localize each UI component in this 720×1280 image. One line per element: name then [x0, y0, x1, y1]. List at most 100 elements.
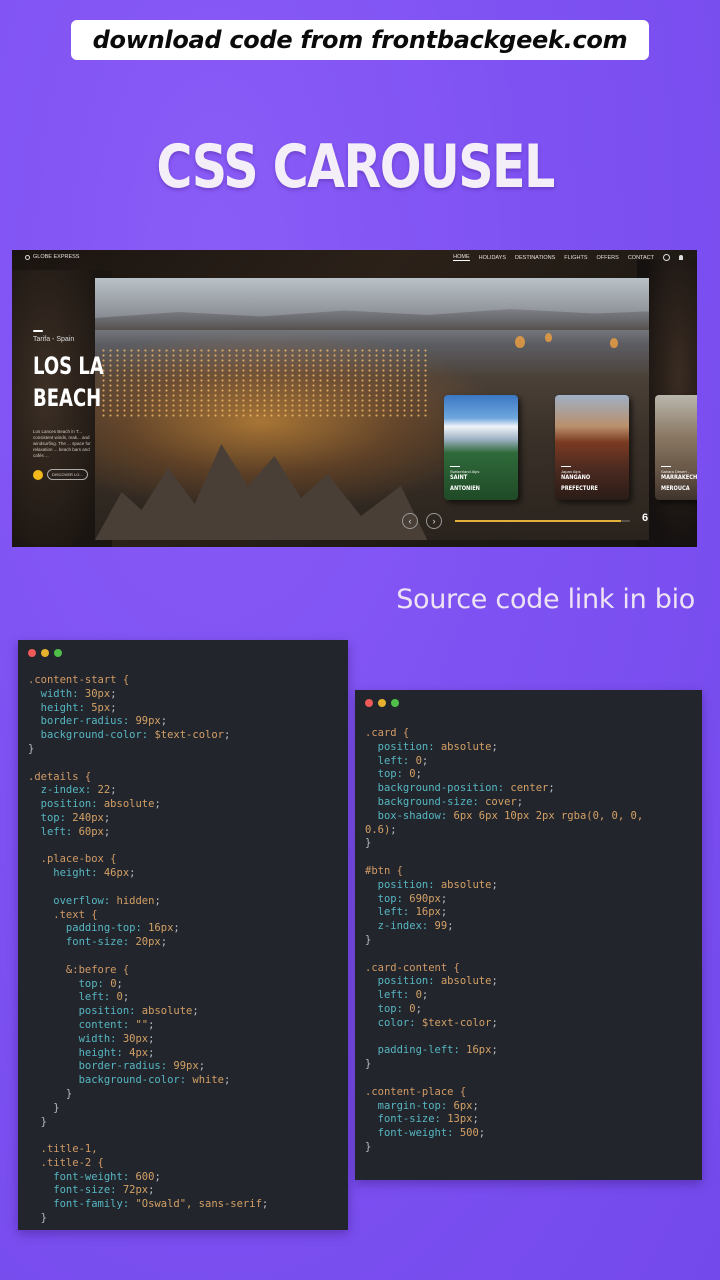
code-token: ; [154, 798, 161, 811]
code-line: padding-left: 16px; [365, 1044, 643, 1058]
code-token: $text-color [154, 729, 224, 742]
chevron-right-icon[interactable]: › [426, 513, 442, 529]
code-token: top: [365, 892, 410, 905]
code-token: position: [365, 878, 441, 891]
code-token: ; [415, 1002, 422, 1015]
code-line: height: 5px; [28, 702, 268, 716]
search-icon[interactable] [663, 254, 670, 261]
code-line: top: 0; [28, 978, 268, 992]
code-line: .card { [365, 727, 643, 741]
code-token: top: [28, 977, 111, 990]
code-line: margin-top: 6px; [365, 1100, 643, 1114]
code-line: .content-place { [365, 1086, 643, 1100]
brand[interactable]: GLOBE EXPRESS [25, 254, 79, 260]
code-line: z-index: 99; [365, 920, 643, 934]
code-line: left: 0; [365, 755, 643, 769]
code-token: .title-1, [28, 1143, 98, 1156]
code-line: &:before { [28, 964, 268, 978]
carousel-arrows: ‹ › [402, 513, 442, 529]
download-banner[interactable]: download code from frontbackgeek.com [71, 20, 649, 60]
chevron-left-icon[interactable]: ‹ [402, 513, 418, 529]
code-line: background-size: cover; [365, 796, 643, 810]
code-token: } [365, 933, 372, 946]
code-token: position: [365, 740, 441, 753]
destination-card[interactable]: Sahara Desert - MARRAKECH MEROUCA [655, 395, 697, 500]
code-line: font-size: 13px; [365, 1113, 643, 1127]
nav-item-flights[interactable]: FLIGHTS [564, 255, 587, 261]
code-token: box-shadow: [365, 809, 454, 822]
code-token: width: [28, 687, 85, 700]
code-line: font-size: 20px; [28, 936, 268, 950]
code-token: left: [365, 754, 416, 767]
code-token: 16px [415, 906, 441, 919]
discover-button[interactable]: DISCOVER LO... [47, 469, 88, 480]
code-token: top: [365, 768, 410, 781]
code-line: } [28, 1102, 268, 1116]
rock-formations [95, 444, 428, 540]
code-token: $text-color [421, 1016, 492, 1029]
code-token: content: [28, 1018, 136, 1031]
code-token: } [365, 837, 372, 850]
nav-item-holidays[interactable]: HOLIDAYS [479, 255, 506, 261]
code-token: 99px [173, 1060, 199, 1073]
code-token: .details { [28, 770, 92, 783]
mountain-ridge [95, 309, 649, 330]
code-line: } [365, 934, 643, 948]
code-token: 6px 6px 10px 2px rgba(0, 0, 0, [453, 809, 644, 822]
code-line: color: $text-color; [365, 1017, 643, 1031]
code-token: 13px [447, 1113, 473, 1126]
destination-card[interactable]: Switzerland Alps SAINT ANTONIEN [444, 395, 518, 500]
code-line: } [28, 1088, 268, 1102]
code-token: ; [447, 920, 454, 933]
code-token: ; [472, 1113, 479, 1126]
card-title: SAINT ANTONIEN [450, 474, 480, 492]
nav-item-contact[interactable]: CONTACT [628, 255, 654, 261]
code-token: top: [365, 1002, 410, 1015]
code-token: ; [129, 867, 136, 880]
code-token: ; [148, 1032, 155, 1045]
code-token: ; [110, 687, 117, 700]
code-token: cover [485, 795, 517, 808]
nav-item-destinations[interactable]: DESTINATIONS [515, 255, 555, 261]
brand-label: GLOBE EXPRESS [33, 254, 80, 260]
code-token: z-index: [365, 920, 435, 933]
nav-item-home[interactable]: HOME [453, 254, 470, 261]
code-token: ; [160, 715, 168, 728]
code-token: .content-place { [365, 1085, 467, 1098]
code-token: ; [491, 1044, 498, 1057]
card-indicator [450, 465, 460, 467]
code-line: top: 690px; [365, 893, 643, 907]
bookmark-icon[interactable] [33, 469, 43, 480]
code-line: } [28, 1212, 268, 1226]
code-block: .content-start { width: 30px; height: 5p… [28, 674, 268, 1226]
code-token: } [28, 742, 35, 755]
code-token: 30px [84, 687, 111, 700]
code-token: ; [478, 1127, 486, 1140]
code-token: font-size: [28, 936, 136, 949]
code-token: 16px [466, 1044, 492, 1057]
code-token: ; [390, 823, 397, 836]
code-line: content: ""; [28, 1019, 268, 1033]
code-line: width: 30px; [28, 1033, 268, 1047]
code-token: 600 [135, 1170, 155, 1183]
nav-item-offers[interactable]: OFFERS [597, 255, 619, 261]
code-line: overflow: hidden; [28, 895, 268, 909]
code-token: margin-top: [365, 1099, 454, 1112]
code-line: background-color: $text-color; [28, 729, 268, 743]
code-token: } [28, 1101, 60, 1114]
code-token: font-size: [365, 1113, 448, 1126]
code-token: ; [491, 1016, 498, 1029]
code-line: font-weight: 600; [28, 1171, 268, 1185]
code-token: left: [28, 991, 117, 1004]
code-token: #btn { [365, 864, 403, 877]
code-line: .details { [28, 771, 268, 785]
code-token: 690px [409, 892, 441, 905]
code-line: width: 30px; [28, 688, 268, 702]
code-line: } [365, 837, 643, 851]
destination-card[interactable]: Japan Alps NANGANO PREFECTURE [555, 395, 629, 500]
code-token: 72px [122, 1184, 149, 1197]
user-icon[interactable] [679, 255, 683, 260]
code-line: padding-top: 16px; [28, 922, 268, 936]
carousel-preview: GLOBE EXPRESS HOME HOLIDAYS DESTINATIONS… [12, 250, 697, 547]
